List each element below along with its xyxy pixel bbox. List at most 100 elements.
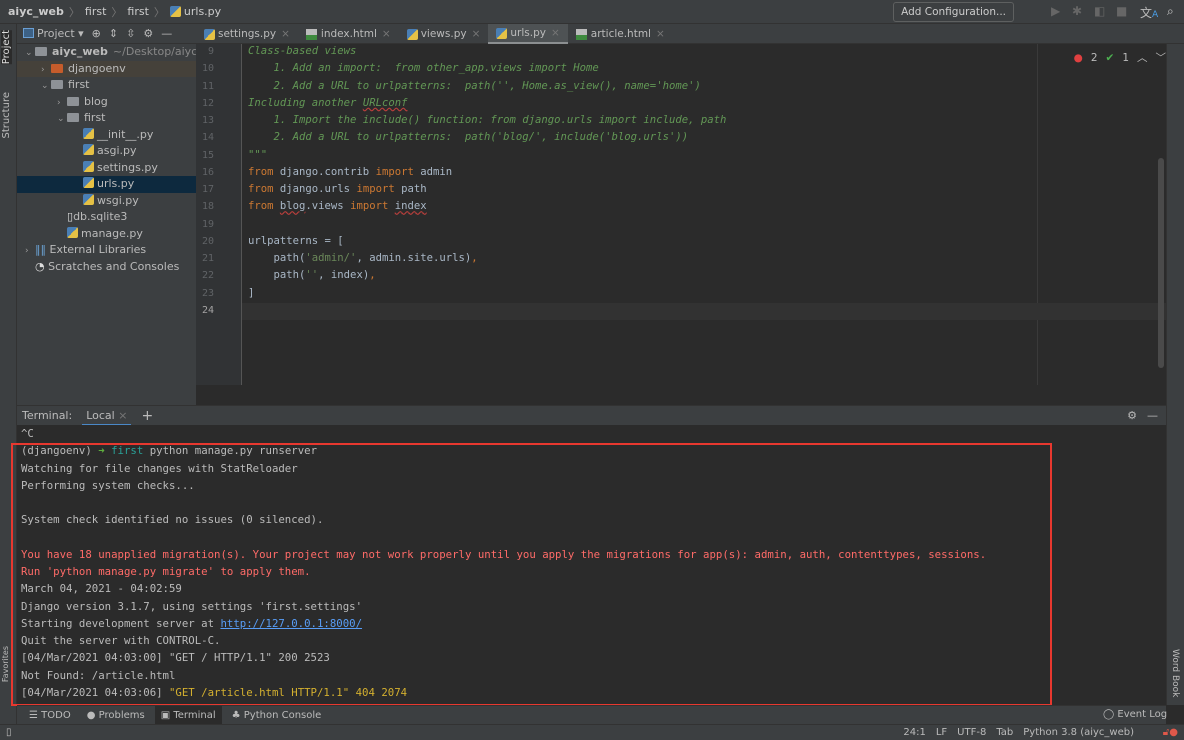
indent-setting[interactable]: Tab (996, 727, 1013, 738)
project-view-selector[interactable]: Project ▾ (23, 27, 84, 40)
breadcrumb-subfolder[interactable]: first (127, 5, 149, 18)
right-tool-strip: Word Book (1166, 44, 1184, 705)
code-token: django.urls (273, 183, 357, 195)
tool-terminal-button[interactable]: ▣ Terminal (154, 705, 222, 725)
search-icon[interactable]: ⌕ (1167, 4, 1174, 19)
chevron-right-icon[interactable]: › (25, 243, 35, 260)
tree-item[interactable]: › ‖‖ External Libraries (17, 242, 196, 259)
structure-tool-button[interactable]: Structure (1, 92, 12, 139)
code-token: Class-based views (248, 45, 357, 57)
tree-item[interactable]: ⌄ first (17, 77, 196, 94)
breadcrumb-file[interactable]: urls.py (184, 5, 221, 18)
tree-item-label: asgi.py (97, 144, 137, 157)
project-panel-header: Project ▾ ⊕ ⇕ ⇳ ⚙ — (17, 24, 196, 44)
line-separator[interactable]: LF (936, 727, 947, 738)
code-token: , admin.site.urls) (356, 252, 472, 264)
toggle-tool-windows-icon[interactable]: ▯ (6, 727, 12, 738)
tool-todo-button[interactable]: ☰ TODO (23, 706, 77, 725)
tree-item-label: db.sqlite3 (73, 210, 128, 223)
file-encoding[interactable]: UTF-8 (957, 727, 986, 738)
close-icon[interactable]: × (551, 27, 560, 39)
coverage-icon[interactable]: ◧ (1094, 4, 1105, 18)
tree-item[interactable]: __init__.py (17, 127, 196, 144)
close-icon[interactable]: × (656, 28, 665, 40)
gear-icon[interactable]: ⚙ (143, 27, 153, 40)
tab-views-py[interactable]: views.py × (399, 24, 489, 44)
tree-item[interactable]: settings.py (17, 160, 196, 177)
caret-position[interactable]: 24:1 (903, 727, 925, 738)
tool-python-console-button[interactable]: ♣ Python Console (226, 706, 328, 725)
tree-item[interactable]: wsgi.py (17, 193, 196, 210)
close-icon[interactable]: × (382, 28, 391, 40)
python-file-icon (83, 177, 94, 188)
expand-all-icon[interactable]: ⇕ (109, 27, 118, 40)
library-icon: ‖‖ (35, 243, 50, 256)
list-icon: ☰ (29, 709, 42, 721)
code-token: , index) (318, 269, 370, 282)
folder-icon (67, 113, 79, 122)
tree-item[interactable]: ▯db.sqlite3 (17, 209, 196, 226)
close-icon[interactable]: × (472, 28, 481, 40)
tab-settings-py[interactable]: settings.py × (196, 24, 298, 44)
folder-icon (35, 47, 47, 56)
chevron-down-icon[interactable]: ⌄ (57, 111, 67, 128)
tree-item[interactable]: ⌄ first (17, 110, 196, 127)
next-highlight-icon[interactable]: ﹀ (1156, 50, 1167, 65)
tab-index-html[interactable]: index.html × (298, 24, 399, 44)
close-icon[interactable]: × (118, 409, 127, 422)
tab-article-html[interactable]: article.html × (568, 24, 673, 44)
html-file-icon (305, 28, 317, 40)
tree-item[interactable]: manage.py (17, 226, 196, 243)
terminal-tab-local[interactable]: Local × (82, 406, 132, 426)
python-file-icon (169, 6, 181, 17)
code-editor[interactable]: 9 Class-based views 10 1. Add an import: f… (196, 44, 1166, 385)
tree-item[interactable]: asgi.py (17, 143, 196, 160)
code-token: blog (279, 200, 306, 213)
gear-icon[interactable]: ⚙ (1127, 409, 1137, 422)
project-tool-button[interactable]: Project (1, 30, 12, 65)
breadcrumb-folder[interactable]: first (85, 5, 107, 18)
hide-icon[interactable]: — (1147, 409, 1158, 422)
lock-icon[interactable]: 🔓︎● (1163, 727, 1178, 738)
chevron-down-icon[interactable]: ⌄ (41, 78, 51, 95)
debug-icon[interactable]: ✱ (1072, 4, 1082, 18)
editor-scrollbar[interactable] (1158, 158, 1164, 368)
locate-icon[interactable]: ⊕ (92, 27, 101, 40)
tree-item-label: manage.py (81, 226, 143, 240)
translate-icon[interactable]: 文A (1140, 4, 1158, 21)
chevron-right-icon[interactable]: › (57, 95, 67, 112)
tool-problems-button[interactable]: ● Problems (81, 706, 151, 725)
python-interpreter[interactable]: Python 3.8 (aiyc_web) (1023, 727, 1134, 738)
scratches-icon: ◔ (35, 259, 49, 273)
stop-icon[interactable]: ■ (1116, 4, 1127, 18)
previous-highlight-icon[interactable]: ︿ (1137, 50, 1148, 65)
line-number: 11 (201, 80, 214, 92)
tree-item[interactable]: ⌄ aiyc_web ~/Desktop/aiyc_web (17, 44, 196, 61)
breadcrumb-project[interactable]: aiyc_web (8, 5, 64, 18)
add-configuration-button[interactable]: Add Configuration... (893, 2, 1014, 22)
tab-urls-py[interactable]: urls.py × (488, 24, 568, 44)
chevron-right-icon[interactable]: › (41, 62, 51, 79)
inspection-widget[interactable]: ● 2 ✔ 1 ︿ ﹀ (1074, 50, 1166, 65)
python-file-icon (83, 160, 94, 172)
event-log-button[interactable]: ◯ Event Log (1103, 709, 1167, 720)
chevron-down-icon[interactable]: ⌄ (25, 45, 35, 62)
tree-item[interactable]: › djangoenv (17, 60, 196, 79)
word-book-tool-button[interactable]: Word Book (1170, 649, 1180, 697)
collapse-all-icon[interactable]: ⇳ (126, 27, 135, 40)
close-icon[interactable]: × (281, 28, 290, 40)
tree-item[interactable]: › blog (17, 94, 196, 111)
tool-label: Problems (98, 709, 145, 721)
favorites-tool-button[interactable]: Favorites (1, 646, 10, 682)
tree-item-label: first (68, 78, 90, 91)
terminal-label: Terminal: (22, 409, 73, 422)
code-token: , (471, 252, 478, 264)
run-icon[interactable]: ▶ (1051, 4, 1060, 18)
tab-label: settings.py (218, 28, 277, 40)
line-gutter (196, 44, 242, 385)
code-token: '' (305, 269, 319, 282)
new-terminal-icon[interactable]: + (141, 408, 153, 424)
hide-icon[interactable]: — (161, 27, 172, 40)
tree-item[interactable]: urls.py (17, 176, 196, 193)
tree-item[interactable]: ◔ Scratches and Consoles (17, 259, 196, 276)
